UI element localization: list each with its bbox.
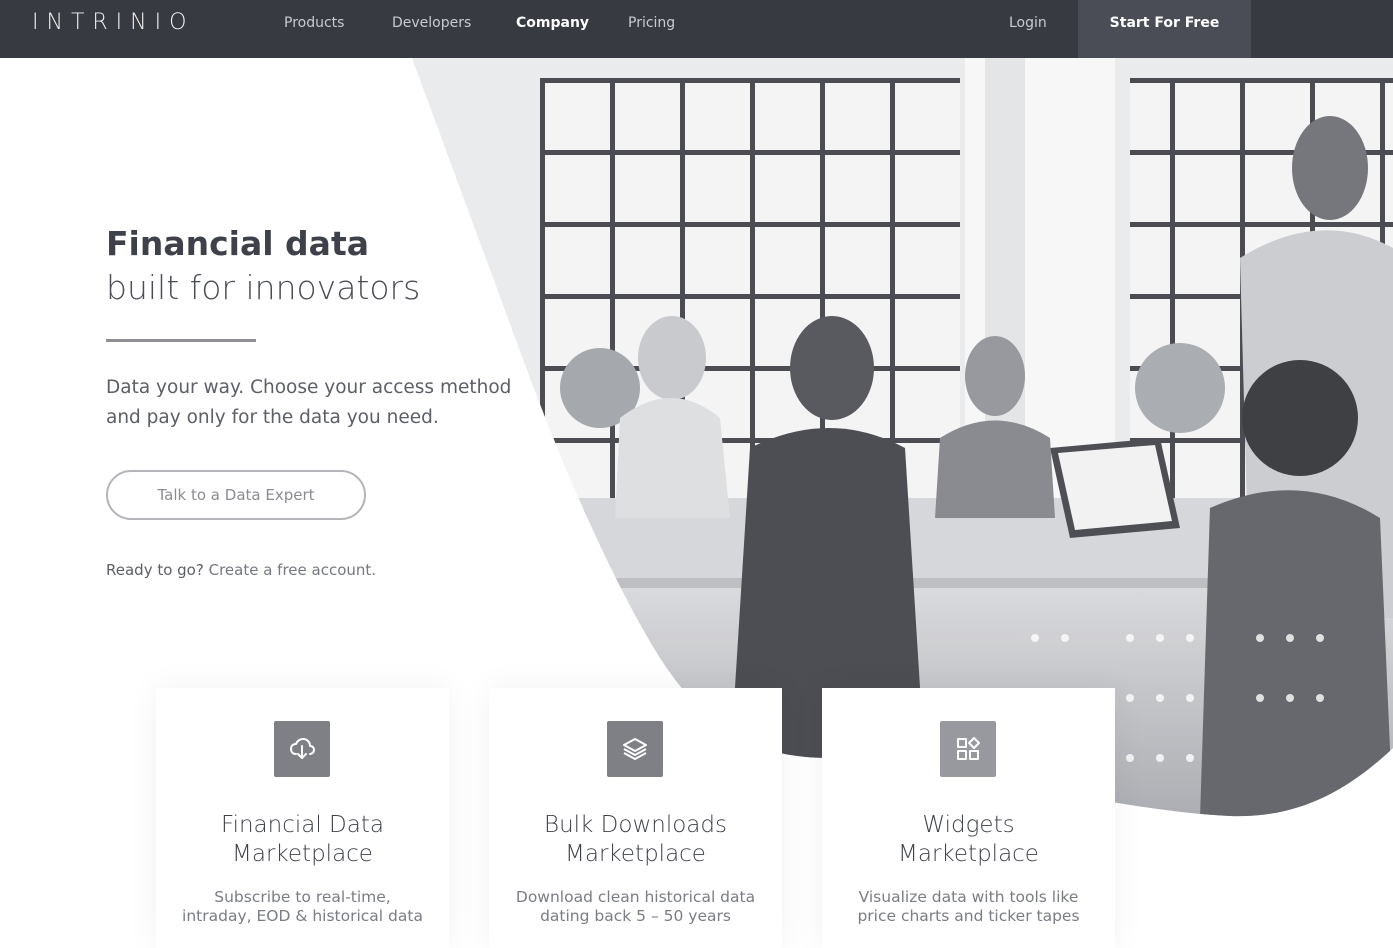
- card-title-line2: Marketplace: [232, 841, 373, 867]
- card-description: Visualize data with tools like price cha…: [822, 888, 1115, 926]
- card-description: Subscribe to real-time, intraday, EOD & …: [156, 888, 449, 926]
- card-desc-line2: price charts and ticker tapes: [857, 907, 1080, 925]
- card-desc-line1: Visualize data with tools like: [858, 888, 1079, 906]
- layers-icon: [607, 721, 663, 777]
- hero-title-line2: built for innovators: [106, 268, 421, 307]
- cloud-download-icon: [274, 721, 330, 777]
- intrinio-logo[interactable]: INTRINIO: [32, 10, 194, 36]
- card-title: Bulk Downloads Marketplace: [489, 811, 782, 869]
- nav-products[interactable]: Products: [284, 14, 344, 32]
- create-free-account-link[interactable]: Create a free account.: [209, 561, 376, 579]
- card-title-line2: Marketplace: [898, 841, 1039, 867]
- card-desc-line2: dating back 5 – 50 years: [540, 907, 731, 925]
- nav-developers[interactable]: Developers: [392, 14, 471, 32]
- hero-title-line1: Financial data: [106, 224, 369, 263]
- nav-login[interactable]: Login: [1009, 14, 1047, 32]
- top-nav: INTRINIO Products Developers Company Pri…: [0, 0, 1393, 58]
- card-title-line1: Bulk Downloads: [544, 812, 727, 838]
- ready-prefix: Ready to go?: [106, 561, 204, 579]
- widgets-grid-icon: [940, 721, 996, 777]
- hero-divider: [106, 339, 256, 342]
- card-title: Widgets Marketplace: [822, 811, 1115, 869]
- start-for-free-button[interactable]: Start For Free: [1078, 0, 1251, 58]
- card-desc-line1: Download clean historical data: [515, 888, 756, 906]
- hero-subtitle: Data your way. Choose your access method…: [106, 377, 512, 428]
- card-bulk-downloads-marketplace[interactable]: Bulk Downloads Marketplace Download clea…: [489, 688, 782, 948]
- card-description: Download clean historical data dating ba…: [489, 888, 782, 926]
- hero-title: Financial data built for innovators: [106, 222, 420, 310]
- nav-company[interactable]: Company: [516, 14, 589, 32]
- card-desc-line1: Subscribe to real-time,: [214, 888, 391, 906]
- card-desc-line2: intraday, EOD & historical data: [182, 907, 423, 925]
- nav-pricing[interactable]: Pricing: [628, 14, 675, 32]
- card-widgets-marketplace[interactable]: Widgets Marketplace Visualize data with …: [822, 688, 1115, 948]
- ready-to-go-line: Ready to go? Create a free account.: [106, 560, 376, 580]
- card-title-line1: Widgets: [922, 812, 1015, 838]
- card-title-line2: Marketplace: [565, 841, 706, 867]
- card-title: Financial Data Marketplace: [156, 811, 449, 869]
- card-financial-data-marketplace[interactable]: Financial Data Marketplace Subscribe to …: [156, 688, 449, 948]
- talk-to-data-expert-button[interactable]: Talk to a Data Expert: [106, 470, 366, 520]
- card-title-line1: Financial Data: [221, 812, 384, 838]
